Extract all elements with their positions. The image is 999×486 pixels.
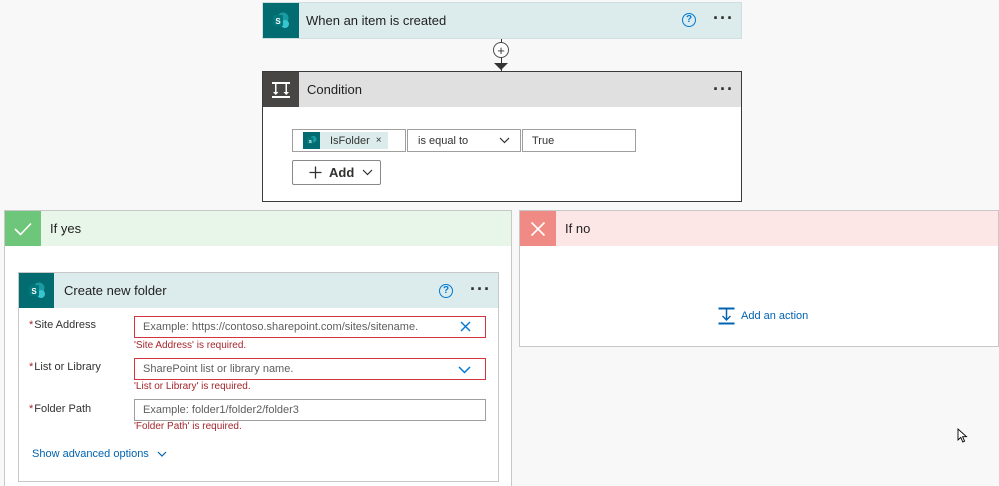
if-no-title: If no <box>565 221 591 236</box>
checkmark-icon <box>5 211 41 246</box>
more-options-icon[interactable]: ··· <box>713 80 734 98</box>
help-icon[interactable]: ? <box>682 13 696 27</box>
add-action-label: Add an action <box>741 310 809 322</box>
arrow-down-icon <box>494 63 508 70</box>
token-label: IsFolder <box>330 134 370 147</box>
more-options-icon[interactable]: ··· <box>470 280 491 298</box>
list-library-dropdown[interactable]: SharePoint list or library name. <box>134 358 486 380</box>
list-library-error: 'List or Library' is required. <box>134 381 251 392</box>
trigger-card[interactable]: S When an item is created ? ··· <box>262 2 742 39</box>
if-yes-title: If yes <box>50 221 82 236</box>
folder-path-label-text: Folder Path <box>34 403 92 415</box>
condition-card[interactable]: Condition ··· S IsFolder × is equal to T… <box>262 71 742 202</box>
clear-icon[interactable] <box>460 321 471 332</box>
trigger-header[interactable]: S When an item is created <box>263 3 741 38</box>
condition-header[interactable]: Condition <box>263 72 741 107</box>
more-options-icon[interactable]: ··· <box>713 9 734 27</box>
required-mark: * <box>29 361 34 373</box>
folder-path-placeholder: Example: folder1/folder2/folder3 <box>143 404 299 416</box>
if-no-header[interactable]: If no <box>520 211 998 246</box>
add-action-icon <box>718 307 735 325</box>
plus-icon <box>309 166 322 179</box>
condition-left-operand[interactable]: S IsFolder × <box>292 129 406 152</box>
site-address-input[interactable]: Example: https://contoso.sharepoint.com/… <box>134 316 486 338</box>
list-library-label: *List or Library <box>29 361 101 373</box>
create-folder-header[interactable]: S Create new folder <box>19 273 498 308</box>
site-address-placeholder: Example: https://contoso.sharepoint.com/… <box>143 321 419 333</box>
site-address-label-text: Site Address <box>34 319 97 331</box>
folder-path-error: 'Folder Path' is required. <box>134 421 242 432</box>
site-address-label: *Site Address <box>29 319 96 331</box>
insert-step-icon[interactable]: + <box>493 42 509 58</box>
svg-text:S: S <box>31 287 37 296</box>
if-yes-header[interactable]: If yes <box>5 211 511 246</box>
chevron-down-icon <box>362 169 373 176</box>
chevron-down-icon <box>458 366 471 374</box>
list-library-label-text: List or Library <box>34 361 101 373</box>
condition-right-operand[interactable]: True <box>522 129 636 152</box>
remove-token-icon[interactable]: × <box>376 135 382 146</box>
create-folder-title: Create new folder <box>64 283 167 298</box>
required-mark: * <box>29 319 34 331</box>
folder-path-label: *Folder Path <box>29 403 91 415</box>
required-mark: * <box>29 403 34 415</box>
add-an-action-button[interactable]: Add an action <box>718 307 808 325</box>
dynamic-token[interactable]: S IsFolder × <box>303 132 388 149</box>
add-button[interactable]: Add <box>292 160 381 185</box>
condition-value: True <box>532 134 555 147</box>
list-library-placeholder: SharePoint list or library name. <box>143 363 294 375</box>
condition-icon <box>263 72 299 107</box>
site-address-error: 'Site Address' is required. <box>134 340 247 351</box>
sharepoint-icon: S <box>19 273 54 308</box>
sharepoint-icon: S <box>263 3 299 38</box>
advanced-link-label: Show advanced options <box>32 448 149 460</box>
add-button-label: Add <box>329 165 355 180</box>
chevron-down-icon <box>499 137 510 144</box>
show-advanced-options-link[interactable]: Show advanced options <box>32 448 167 460</box>
sharepoint-icon: S <box>303 132 320 149</box>
if-no-branch: If no Add an action <box>519 210 999 347</box>
folder-path-input[interactable]: Example: folder1/folder2/folder3 <box>134 399 486 421</box>
operator-dropdown[interactable]: is equal to <box>407 129 521 152</box>
condition-title: Condition <box>307 82 362 97</box>
svg-text:S: S <box>275 17 281 26</box>
trigger-title: When an item is created <box>306 13 447 28</box>
operator-value: is equal to <box>418 134 469 147</box>
chevron-down-icon <box>157 451 167 457</box>
close-icon <box>520 211 556 246</box>
mouse-cursor-icon <box>957 428 968 443</box>
help-icon[interactable]: ? <box>439 284 453 298</box>
create-folder-card[interactable]: S Create new folder ? ··· *Site Address … <box>18 272 499 482</box>
